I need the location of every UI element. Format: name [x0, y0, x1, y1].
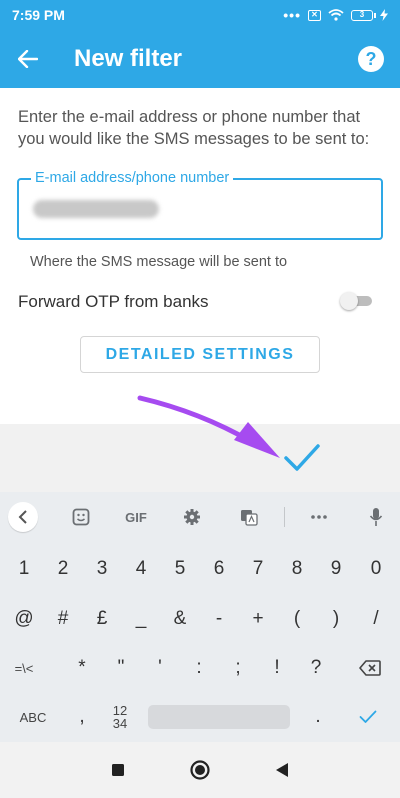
settings-button[interactable]	[177, 502, 207, 532]
mic-icon	[369, 508, 383, 526]
field-helper-text: Where the SMS message will be sent to	[30, 254, 288, 270]
key-2[interactable]: 2	[43, 548, 83, 590]
key-ampersand[interactable]: &	[160, 598, 200, 640]
otp-label: Forward OTP from banks	[18, 292, 209, 311]
wifi-icon	[328, 9, 344, 21]
key-semicolon[interactable]: ;	[218, 647, 258, 689]
status-time: 7:59 PM	[12, 7, 65, 23]
triangle-icon	[276, 763, 288, 777]
key-0[interactable]: 0	[356, 548, 396, 590]
circle-icon	[190, 760, 210, 780]
key-4[interactable]: 4	[121, 548, 161, 590]
system-nav-bar	[0, 742, 400, 798]
abc-key[interactable]: ABC	[6, 696, 60, 738]
key-period[interactable]: .	[298, 696, 338, 738]
numpad-key[interactable]: 12 34	[98, 696, 142, 738]
help-button[interactable]: ?	[358, 46, 384, 72]
page-title: New filter	[74, 45, 183, 72]
charging-icon	[380, 9, 388, 21]
key-colon[interactable]: :	[179, 647, 219, 689]
sim-icon: ✕	[308, 9, 321, 21]
key-9[interactable]: 9	[316, 548, 356, 590]
voice-input-button[interactable]	[361, 502, 391, 532]
key-8[interactable]: 8	[277, 548, 317, 590]
key-row-digits: 1 2 3 4 5 6 7 8 9 0	[0, 548, 400, 590]
keyboard-collapse-button[interactable]	[8, 502, 38, 532]
gif-button[interactable]: GIF	[120, 502, 152, 532]
detailed-settings-button[interactable]: DETAILED SETTINGS	[80, 336, 320, 373]
back-button[interactable]	[0, 30, 56, 88]
sticker-button[interactable]	[66, 502, 96, 532]
key-row-symbols: @ # £ _ & - + ( ) /	[0, 598, 400, 640]
key-slash[interactable]: /	[356, 598, 396, 640]
key-more-symbols[interactable]: =\<	[2, 647, 46, 689]
gear-icon	[184, 509, 200, 525]
key-comma[interactable]: ,	[62, 696, 102, 738]
keyboard-toolbar: GIF	[0, 492, 400, 542]
more-notifications-icon: •••	[283, 7, 301, 23]
translate-icon	[241, 510, 258, 526]
key-minus[interactable]: -	[199, 598, 239, 640]
back-arrow-icon	[18, 50, 38, 68]
key-double-quote[interactable]: "	[101, 647, 141, 689]
home-button[interactable]	[188, 758, 212, 782]
square-icon	[112, 764, 124, 776]
key-close-paren[interactable]: )	[316, 598, 356, 640]
checkmark-icon	[284, 444, 320, 471]
status-bar: 7:59 PM ••• ✕ 3	[0, 0, 400, 30]
key-1[interactable]: 1	[4, 548, 44, 590]
enter-key[interactable]	[346, 696, 390, 738]
key-3[interactable]: 3	[82, 548, 122, 590]
battery-icon: 3	[351, 9, 376, 21]
backspace-icon	[359, 660, 381, 676]
key-open-paren[interactable]: (	[277, 598, 317, 640]
back-nav-button[interactable]	[270, 758, 294, 782]
help-icon: ?	[365, 48, 377, 69]
keyboard: GIF 1 2 3 4 5 6 7 8 9 0 @ # £ _ & - + (…	[0, 492, 400, 742]
key-6[interactable]: 6	[199, 548, 239, 590]
action-strip	[0, 424, 400, 492]
key-underscore[interactable]: _	[121, 598, 161, 640]
more-icon	[311, 515, 327, 519]
confirm-button[interactable]	[281, 438, 323, 478]
key-at[interactable]: @	[4, 598, 44, 640]
translate-button[interactable]	[234, 502, 264, 532]
key-7[interactable]: 7	[238, 548, 278, 590]
app-bar: New filter ?	[0, 30, 400, 88]
checkmark-icon	[359, 710, 377, 723]
key-hash[interactable]: #	[43, 598, 83, 640]
email-phone-field-label: E-mail address/phone number	[31, 170, 234, 186]
key-single-quote[interactable]: '	[140, 647, 180, 689]
toggle-thumb	[340, 292, 358, 310]
key-row-bottom: ABC , 12 34 .	[0, 696, 400, 738]
email-phone-field[interactable]: E-mail address/phone number	[17, 170, 383, 240]
more-button[interactable]	[304, 502, 334, 532]
toolbar-divider	[284, 507, 285, 527]
chevron-left-icon	[18, 510, 27, 524]
key-question[interactable]: ?	[296, 647, 336, 689]
key-asterisk[interactable]: *	[62, 647, 102, 689]
sticker-icon	[72, 508, 90, 526]
otp-toggle[interactable]	[340, 292, 372, 310]
key-5[interactable]: 5	[160, 548, 200, 590]
key-plus[interactable]: +	[238, 598, 278, 640]
recents-button[interactable]	[106, 758, 130, 782]
status-icons: ••• ✕ 3	[283, 7, 388, 23]
redacted-field-value	[33, 200, 159, 218]
filter-form: Enter the e-mail address or phone number…	[0, 88, 400, 424]
space-key[interactable]	[148, 705, 290, 729]
key-row-punctuation: =\< * " ' : ; ! ?	[0, 647, 400, 689]
key-pound[interactable]: £	[82, 598, 122, 640]
instructions-text: Enter the e-mail address or phone number…	[18, 108, 370, 148]
key-exclamation[interactable]: !	[257, 647, 297, 689]
backspace-key[interactable]	[348, 647, 392, 689]
